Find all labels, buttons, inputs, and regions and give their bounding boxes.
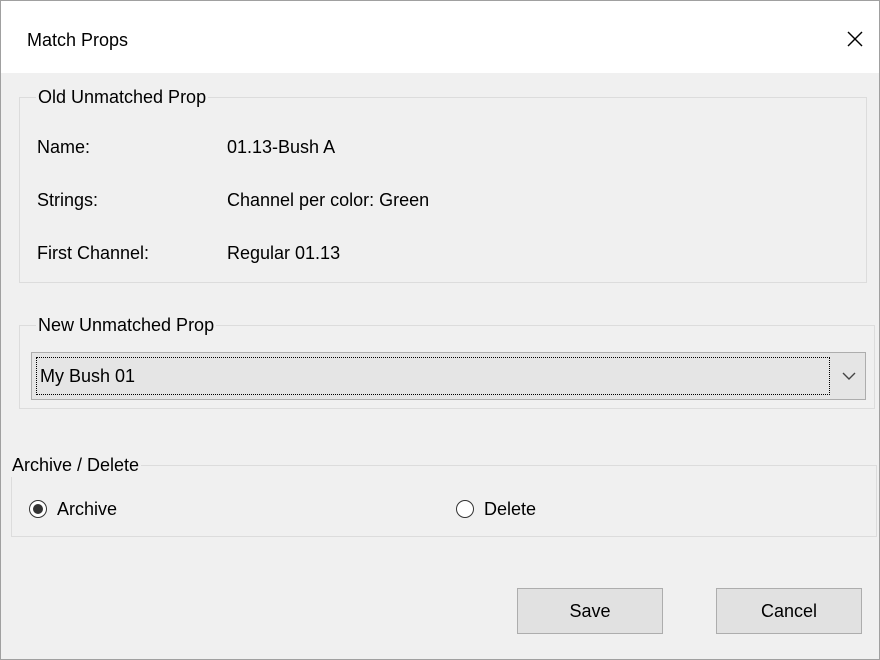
cancel-button[interactable]: Cancel: [716, 588, 862, 634]
delete-radio-button[interactable]: [456, 500, 474, 518]
close-button[interactable]: [831, 17, 879, 61]
new-unmatched-prop-legend: New Unmatched Prop: [36, 313, 217, 337]
new-prop-selected-value: My Bush 01: [40, 366, 136, 386]
old-unmatched-prop-legend: Old Unmatched Prop: [36, 85, 209, 109]
dialog-title: Match Props: [27, 30, 129, 50]
name-label: Name:: [37, 137, 91, 157]
archive-delete-group: Archive / Delete: [10, 453, 877, 537]
title-bar: Match Props: [1, 1, 879, 73]
archive-radio-label: Archive: [57, 499, 118, 519]
radio-selected-dot: [33, 504, 43, 514]
match-props-dialog: Match Props Old Unmatched Prop Name: 01.…: [0, 0, 880, 660]
strings-label: Strings:: [37, 190, 99, 210]
strings-value: Channel per color: Green: [227, 190, 430, 210]
delete-radio-label: Delete: [484, 499, 537, 519]
first-channel-value: Regular 01.13: [227, 243, 341, 263]
delete-radio[interactable]: Delete: [456, 498, 536, 520]
close-icon: [847, 31, 863, 47]
focus-rectangle: [36, 357, 830, 395]
archive-radio[interactable]: Archive: [29, 498, 117, 520]
new-prop-dropdown[interactable]: My Bush 01: [31, 352, 866, 400]
chevron-down-icon: [842, 372, 856, 380]
first-channel-label: First Channel:: [37, 243, 150, 263]
archive-delete-legend: Archive / Delete: [10, 453, 142, 477]
name-value: 01.13-Bush A: [227, 137, 336, 157]
archive-radio-button[interactable]: [29, 500, 47, 518]
save-button[interactable]: Save: [517, 588, 663, 634]
